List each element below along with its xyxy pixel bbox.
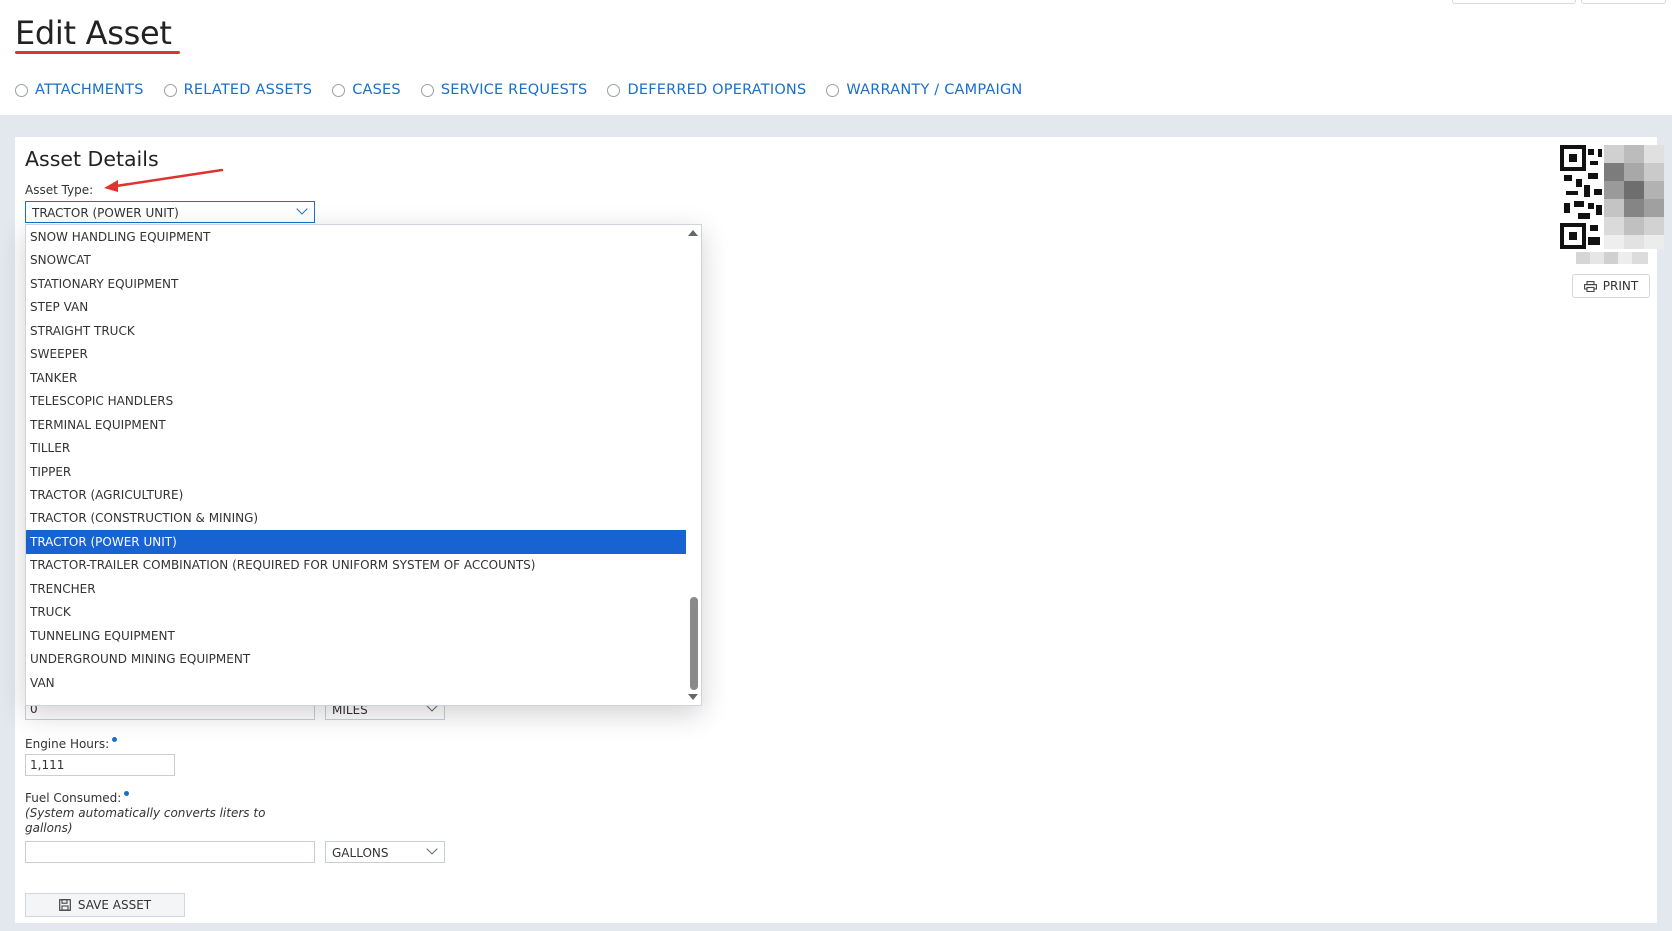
dropdown-option[interactable]: STATIONARY EQUIPMENT <box>26 272 688 296</box>
qr-code-icon <box>1560 145 1664 249</box>
print-label: PRINT <box>1602 279 1639 293</box>
dropdown-option[interactable]: TELESCOPIC HANDLERS <box>26 389 688 413</box>
floppy-disk-icon <box>58 899 71 911</box>
required-dot-icon <box>124 791 130 796</box>
dropdown-option[interactable]: TRUCK <box>26 600 688 624</box>
asset-type-dropdown-list[interactable]: SNOW HANDLING EQUIPMENT SNOWCAT STATIONARY… <box>25 224 702 706</box>
fuel-note: (System automatically converts liters to… <box>25 806 266 835</box>
save-asset-label: SAVE ASSET <box>77 898 152 912</box>
dropdown-option[interactable]: TILLER <box>26 436 688 460</box>
fuel-unit-value: GALLONS <box>332 846 389 860</box>
dropdown-option[interactable]: TRACTOR (POWER UNIT) <box>26 529 688 554</box>
fuel-consumed-label: Fuel Consumed: <box>25 791 130 805</box>
dropdown-option[interactable]: TRACTOR-TRAILER COMBINATION (REQUIRED FO… <box>26 553 688 577</box>
dropdown-option[interactable]: TUNNELING EQUIPMENT <box>26 624 688 648</box>
chevron-down-icon <box>296 203 308 215</box>
dropdown-option[interactable]: TIPPER <box>26 460 688 484</box>
dropdown-option[interactable]: TERMINAL EQUIPMENT <box>26 413 688 437</box>
asset-type-select[interactable]: TRACTOR (POWER UNIT) <box>25 201 315 223</box>
required-dot-icon <box>112 737 118 742</box>
dropdown-option[interactable]: TRENCHER <box>26 577 688 601</box>
dropdown-option[interactable]: SWEEPER <box>26 342 688 366</box>
scroll-thumb[interactable] <box>690 597 698 690</box>
engine-hours-label-text: Engine Hours: <box>25 737 110 751</box>
dropdown-option[interactable]: TANKER <box>26 366 688 390</box>
asset-type-value: TRACTOR (POWER UNIT) <box>32 206 179 220</box>
dropdown-option[interactable]: SNOW HANDLING EQUIPMENT <box>26 225 688 249</box>
fuel-consumed-label-text: Fuel Consumed: <box>25 791 122 805</box>
chevron-down-icon <box>426 843 438 855</box>
scroll-up-arrow-icon[interactable] <box>688 230 698 236</box>
dropdown-option[interactable]: UNDERGROUND MINING EQUIPMENT <box>26 647 688 671</box>
print-qr-button[interactable]: PRINT <box>1572 274 1650 298</box>
scroll-down-arrow-icon[interactable] <box>688 694 698 700</box>
qr-code-caption-icon <box>1576 252 1648 264</box>
dropdown-option[interactable]: STRAIGHT TRUCK <box>26 319 688 343</box>
dropdown-scrollbar[interactable] <box>686 225 701 705</box>
dropdown-option[interactable]: VAN <box>26 671 688 695</box>
dropdown-option[interactable]: TRACTOR (CONSTRUCTION & MINING) <box>26 506 688 530</box>
dropdown-option[interactable]: SNOWCAT <box>26 248 688 272</box>
fuel-unit-select[interactable]: GALLONS <box>325 841 445 863</box>
engine-hours-input[interactable]: 1,111 <box>25 754 175 776</box>
save-asset-button[interactable]: SAVE ASSET <box>25 893 185 917</box>
dropdown-option[interactable]: STEP VAN <box>26 295 688 319</box>
engine-hours-label: Engine Hours: <box>25 737 118 751</box>
printer-icon <box>1583 280 1597 292</box>
dropdown-option[interactable]: TRACTOR (AGRICULTURE) <box>26 483 688 507</box>
fuel-consumed-input[interactable] <box>25 841 315 863</box>
